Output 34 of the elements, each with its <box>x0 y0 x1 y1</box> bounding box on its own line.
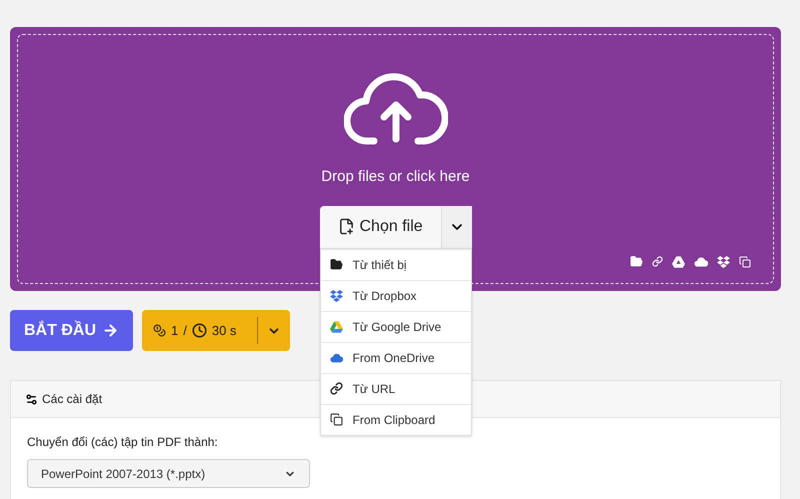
dropbox-icon <box>330 290 342 302</box>
cloud-upload-icon <box>344 71 448 145</box>
time-text: 30 s <box>212 322 236 340</box>
clipboard-icon[interactable] <box>739 256 751 268</box>
arrow-right-icon <box>102 322 119 339</box>
separator-text: / <box>183 322 187 340</box>
cost-button[interactable]: 1 / 30 s <box>142 310 290 351</box>
link-icon[interactable] <box>652 256 663 267</box>
menu-item[interactable]: From OneDrive <box>320 342 470 372</box>
drive-icon <box>330 320 342 332</box>
field-label: Chuyển đổi (các) tập tin PDF thành: <box>27 434 219 451</box>
clipboard-icon <box>330 413 342 426</box>
credits-text: 1 <box>171 322 178 340</box>
link-icon <box>330 382 342 395</box>
dropbox-icon <box>717 256 730 268</box>
menu-item[interactable]: Từ Dropbox <box>320 280 470 310</box>
folder-icon <box>330 258 342 271</box>
menu-item[interactable]: Từ thiết bị <box>320 248 470 280</box>
start-button[interactable]: BẮT ĐẦU <box>10 310 133 351</box>
menu-item[interactable]: Từ Google Drive <box>320 310 470 342</box>
drop-prompt: Drop files or click here <box>321 167 470 187</box>
folder-icon[interactable] <box>630 255 643 268</box>
drive-icon <box>672 256 685 268</box>
menu-item[interactable]: From Clipboard <box>320 404 470 434</box>
cloud-icon <box>694 256 708 266</box>
file-plus-icon <box>338 218 354 235</box>
settings-title: Các cài đặt <box>42 391 102 408</box>
dropdown-toggle[interactable] <box>442 206 472 248</box>
coins-icon <box>153 324 166 337</box>
cloud-icon <box>330 352 342 362</box>
settings-icon <box>25 392 38 406</box>
menu-item[interactable]: Từ URL <box>320 372 470 404</box>
clock-icon <box>192 323 207 338</box>
format-select[interactable]: PowerPoint 2007-2013 (*.pptx) <box>27 459 310 488</box>
